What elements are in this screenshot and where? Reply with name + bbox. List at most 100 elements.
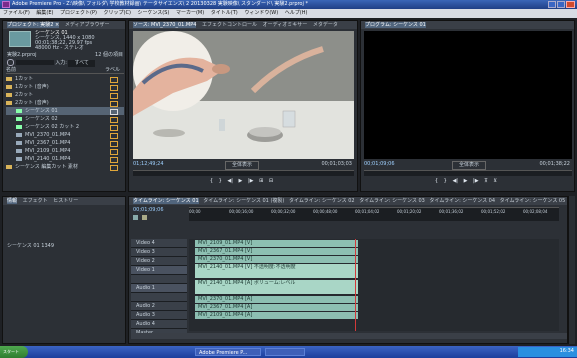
in-select[interactable]: すべて (68, 60, 95, 67)
step-forward-icon[interactable]: |▶ (248, 179, 254, 184)
list-item[interactable]: シーケンス 02 (6, 115, 124, 123)
tab-info[interactable]: 情報 (7, 198, 18, 204)
overlay-icon[interactable]: ⊟ (269, 179, 273, 184)
menu-edit[interactable]: 編集(E) (36, 10, 53, 16)
source-fit-select[interactable]: 全体表示 (225, 161, 260, 170)
track-area[interactable]: MVI_2109_01.MP4 [V] MVI_2367_01.MP4 [V] … (189, 239, 559, 331)
marker-icon[interactable] (141, 215, 147, 220)
playhead[interactable] (355, 239, 356, 331)
mark-out-icon[interactable]: } (444, 179, 447, 184)
menu-marker[interactable]: マーカー(M) (176, 10, 204, 16)
clip-audio-2[interactable]: MVI_2370_01.MP4 [A] (195, 296, 358, 303)
list-item[interactable]: MVI_2140_01.MP4 (6, 155, 124, 163)
menu-title[interactable]: タイトル(T) (211, 10, 238, 16)
clip-audio-4[interactable]: MVI_2109_01.MP4 [A] (195, 312, 358, 319)
step-forward-icon[interactable]: |▶ (473, 179, 479, 184)
menu-clip[interactable]: クリップ(C) (104, 10, 131, 16)
tab-timeline-3[interactable]: タイムライン: シーケンス 02 (289, 198, 355, 204)
track-video-1[interactable]: Video 1 (131, 266, 187, 275)
clip-video-3[interactable]: MVI_2367_01.MP4 [V] (195, 248, 358, 255)
insert-icon[interactable]: ⊞ (259, 179, 263, 184)
list-item-selected[interactable]: シーケンス 01 (6, 107, 124, 115)
timeline-tools (133, 215, 173, 221)
menu-sequence[interactable]: シーケンス(S) (138, 10, 170, 16)
program-video-frame[interactable] (364, 31, 572, 159)
tab-metadata[interactable]: メタデータ (313, 22, 338, 28)
list-item[interactable]: 1カット (音声) (6, 83, 124, 91)
source-current-timecode[interactable]: 01;12;49;24 (133, 161, 164, 167)
list-item[interactable]: 2カット (6, 91, 124, 99)
video-file-icon (16, 132, 22, 137)
timeline-scrollbar[interactable] (131, 333, 567, 339)
list-item[interactable]: シーケンス 編集カット 素材 (6, 163, 124, 171)
menu-help[interactable]: ヘルプ(H) (285, 10, 308, 16)
tab-media-browser[interactable]: メディアブラウザー (65, 22, 110, 28)
step-back-icon[interactable]: ◀| (452, 179, 458, 184)
list-item[interactable]: 1カット (6, 75, 124, 83)
tab-timeline-1[interactable]: タイムライン: シーケンス 01 (133, 198, 199, 204)
mark-in-icon[interactable]: { (435, 179, 438, 184)
task-other[interactable] (265, 348, 305, 356)
source-time-ruler[interactable] (133, 170, 354, 176)
mark-in-icon[interactable]: { (210, 179, 213, 184)
menu-file[interactable]: ファイル(F) (3, 10, 30, 16)
minimize-icon[interactable] (548, 1, 556, 8)
clip-audio-3[interactable]: MVI_2367_01.MP4 [A] (195, 304, 358, 311)
menu-project[interactable]: プロジェクト(P) (60, 10, 97, 16)
sequence-icon (16, 116, 22, 121)
tab-source[interactable]: ソース: MVI_2370_01.MP4 (133, 22, 197, 28)
tab-timeline-6[interactable]: タイムライン: シーケンス 05 (500, 198, 566, 204)
step-back-icon[interactable]: ◀| (227, 179, 233, 184)
list-item[interactable]: MVI_2370_01.MP4 (6, 131, 124, 139)
tab-history[interactable]: ヒストリー (53, 198, 78, 204)
program-current-timecode[interactable]: 00;01;09;06 (364, 161, 395, 167)
tab-effects[interactable]: エフェクト (23, 198, 48, 204)
tab-timeline-2[interactable]: タイムライン: シーケンス 01 (複製) (203, 198, 284, 204)
play-icon[interactable]: ▶ (464, 179, 468, 184)
program-tabs: プログラム: シーケンス 01 (361, 21, 574, 29)
close-icon[interactable] (566, 1, 575, 8)
clip-video-4[interactable]: MVI_2109_01.MP4 [V] (195, 240, 358, 247)
clip-audio-1[interactable]: MVI_2140_01.MP4 [A] ボリューム:レベル (195, 280, 358, 294)
snap-icon[interactable] (133, 215, 138, 220)
start-button[interactable]: スタート (0, 346, 28, 358)
extract-icon[interactable]: ⊻ (493, 179, 497, 184)
track-video-3[interactable]: Video 3 (131, 248, 187, 257)
timeline-timecode[interactable]: 00;01;09;06 (133, 207, 183, 214)
tab-program[interactable]: プログラム: シーケンス 01 (365, 22, 426, 28)
search-input[interactable] (15, 60, 54, 65)
track-audio-1[interactable]: Audio 1 (131, 284, 187, 293)
list-item[interactable]: MVI_2367_01.MP4 (6, 139, 124, 147)
tab-project[interactable]: プロジェクト: 実験2 × (7, 22, 60, 28)
source-video-frame[interactable] (133, 31, 354, 159)
task-premiere[interactable]: Adobe Premiere P... (195, 348, 261, 356)
track-audio-2[interactable]: Audio 2 (131, 302, 187, 311)
track-audio-3[interactable]: Audio 3 (131, 311, 187, 320)
list-item[interactable]: シーケンス 02 カット 2 (6, 123, 124, 131)
tab-timeline-5[interactable]: タイムライン: シーケンス 04 (429, 198, 495, 204)
timeline-ruler[interactable]: 00;00 00;00;16;00 00;00;32;00 00;00;48;0… (189, 207, 559, 221)
tab-timeline-4[interactable]: タイムライン: シーケンス 03 (359, 198, 425, 204)
track-video-4[interactable]: Video 4 (131, 239, 187, 248)
tab-audio-mixer[interactable]: オーディオミキサー (263, 22, 308, 28)
project-panel: プロジェクト: 実験2 × メディアブラウザー シーケンス 01 シーケンス, … (2, 20, 126, 192)
list-item[interactable]: 2カット (音声) (6, 99, 124, 107)
maximize-icon[interactable] (557, 1, 565, 8)
clip-video-2[interactable]: MVI_2370_01.MP4 [V] (195, 256, 358, 263)
col-label[interactable]: ラベル (105, 67, 120, 74)
track-audio-4[interactable]: Audio 4 (131, 320, 187, 329)
program-fit-select[interactable]: 全体表示 (452, 161, 487, 170)
mark-out-icon[interactable]: } (219, 179, 222, 184)
track-video-2[interactable]: Video 2 (131, 257, 187, 266)
program-time-ruler[interactable] (364, 170, 572, 176)
search-icon[interactable] (7, 59, 14, 66)
lift-icon[interactable]: ⊼ (484, 179, 488, 184)
menu-window[interactable]: ウィンドウ(W) (244, 10, 278, 16)
tab-effect-controls[interactable]: エフェクトコントロール (202, 22, 257, 28)
col-name[interactable]: 名前 (6, 67, 16, 73)
window-controls (548, 1, 575, 8)
video-scene (133, 31, 354, 159)
clip-video-1[interactable]: MVI_2140_01.MP4 [V] 不透明度:不透明度 (195, 264, 358, 278)
play-icon[interactable]: ▶ (239, 179, 243, 184)
list-item[interactable]: MVI_2109_01.MP4 (6, 147, 124, 155)
